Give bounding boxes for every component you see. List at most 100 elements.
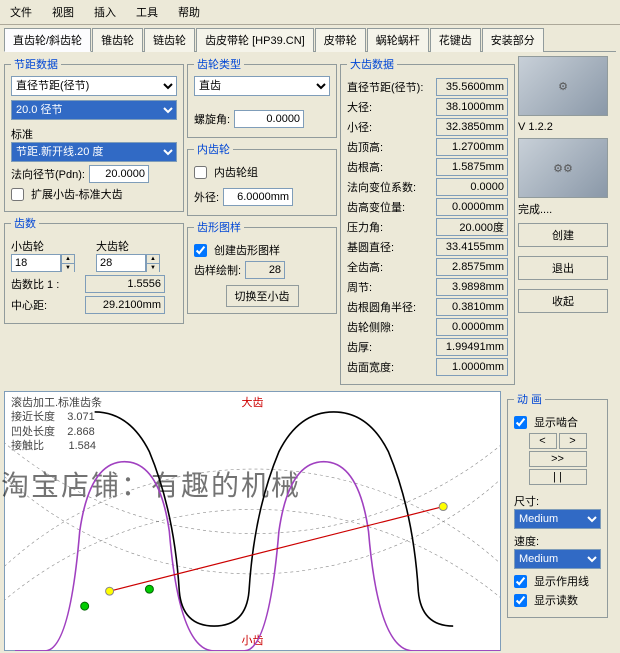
- big-label: 小径:: [347, 119, 372, 135]
- big-label: 齿轮侧隙:: [347, 319, 394, 335]
- gear-label: 大齿轮: [96, 238, 177, 254]
- tab-spur[interactable]: 直齿轮/斜齿轮: [4, 28, 91, 52]
- ratio-field: [85, 275, 165, 293]
- big-row: 直径节距(径节):: [347, 78, 508, 96]
- big-label: 基圆直径:: [347, 239, 394, 255]
- menu-insert[interactable]: 插入: [84, 2, 126, 22]
- big-label: 大径:: [347, 99, 372, 115]
- big-value-field: [436, 178, 508, 196]
- next-button[interactable]: >: [559, 433, 587, 449]
- tab-spline[interactable]: 花键齿: [430, 28, 481, 52]
- big-value-field: [436, 338, 508, 356]
- tab-sprocket[interactable]: 链齿轮: [144, 28, 195, 52]
- engage-label: 显示啮合: [534, 414, 578, 430]
- tab-worm[interactable]: 蜗轮蜗杆: [367, 28, 429, 52]
- big-value-field: [436, 258, 508, 276]
- big-row: 压力角:: [347, 218, 508, 236]
- big-label: 齿顶高:: [347, 139, 383, 155]
- ratio-label: 齿数比 1 :: [11, 276, 81, 292]
- internal-checkbox[interactable]: [194, 166, 207, 179]
- engage-checkbox[interactable]: [514, 416, 527, 429]
- gear-spin[interactable]: ▲▼: [146, 254, 160, 272]
- action-line-checkbox[interactable]: [514, 575, 527, 588]
- standard-label: 标准: [11, 126, 177, 142]
- pitch-type-select[interactable]: 直径节距(径节): [11, 76, 177, 96]
- pause-button[interactable]: | |: [529, 469, 587, 485]
- reading-checkbox[interactable]: [514, 594, 527, 607]
- big-value-field: [436, 218, 508, 236]
- tab-pulley[interactable]: 皮带轮: [315, 28, 366, 52]
- big-value-field: [436, 138, 508, 156]
- extend-label: 扩展小齿-标准大齿: [31, 186, 123, 202]
- helix-field[interactable]: [234, 110, 304, 128]
- big-row: 齿面宽度:: [347, 358, 508, 376]
- big-label: 齿厚:: [347, 339, 372, 355]
- od-field[interactable]: [223, 188, 293, 206]
- type-group: 齿轮类型 直齿 螺旋角:: [187, 56, 337, 138]
- big-row: 齿高变位量:: [347, 198, 508, 216]
- pinion-teeth-field[interactable]: [11, 254, 61, 272]
- internal-group: 内齿轮 内齿轮组 外径:: [187, 141, 337, 216]
- big-row: 法向变位系数:: [347, 178, 508, 196]
- tab-bevel[interactable]: 锥齿轮: [92, 28, 143, 52]
- big-value-field: [436, 278, 508, 296]
- draw-label: 齿样绘制:: [194, 262, 241, 278]
- od-label: 外径:: [194, 189, 219, 205]
- speed-label: 速度:: [514, 533, 601, 549]
- ff-button[interactable]: >>: [529, 451, 587, 467]
- big-label: 全齿高:: [347, 259, 383, 275]
- pinion-spin[interactable]: ▲▼: [61, 254, 75, 272]
- anim-legend: 动 画: [514, 391, 545, 407]
- pdn-label: 法向径节(Pdn):: [11, 166, 85, 182]
- big-row: 齿根高:: [347, 158, 508, 176]
- tab-timing[interactable]: 齿皮带轮 [HP39.CN]: [196, 28, 314, 52]
- menu-view[interactable]: 视图: [42, 2, 84, 22]
- menu-help[interactable]: 帮助: [168, 2, 210, 22]
- plot-svg: [5, 392, 500, 651]
- big-value-field: [436, 158, 508, 176]
- tab-install[interactable]: 安装部分: [482, 28, 544, 52]
- big-row: 大径:: [347, 98, 508, 116]
- exit-button[interactable]: 退出: [518, 256, 608, 280]
- preview-image-1: ⚙: [518, 56, 608, 116]
- speed-select[interactable]: Medium: [514, 549, 601, 569]
- big-row: 基圆直径:: [347, 238, 508, 256]
- create-button[interactable]: 创建: [518, 223, 608, 247]
- internal-legend: 内齿轮: [194, 141, 233, 157]
- size-label: 尺寸:: [514, 493, 601, 509]
- internal-label: 内齿轮组: [214, 164, 258, 180]
- big-label: 周节:: [347, 279, 372, 295]
- pitch-value-select[interactable]: 20.0 径节: [11, 100, 177, 120]
- teeth-legend: 齿数: [11, 215, 39, 231]
- reading-label: 显示读数: [534, 592, 578, 608]
- big-row: 齿轮侧隙:: [347, 318, 508, 336]
- size-select[interactable]: Medium: [514, 509, 601, 529]
- extend-checkbox[interactable]: [11, 188, 24, 201]
- big-value-field: [436, 78, 508, 96]
- collapse-button[interactable]: 收起: [518, 289, 608, 313]
- pattern-legend: 齿形图样: [194, 219, 244, 235]
- big-label: 压力角:: [347, 219, 383, 235]
- pitch-legend: 节距数据: [11, 56, 61, 72]
- menu-tools[interactable]: 工具: [126, 2, 168, 22]
- big-row: 齿根圆角半径:: [347, 298, 508, 316]
- prev-button[interactable]: <: [529, 433, 557, 449]
- gear-type-select[interactable]: 直齿: [194, 76, 330, 96]
- standard-select[interactable]: 节距.新开线.20 度: [11, 142, 177, 162]
- big-value-field: [436, 118, 508, 136]
- pdn-field[interactable]: [89, 165, 149, 183]
- pattern-group: 齿形图样 创建齿形图样 齿样绘制: 切换至小齿: [187, 219, 337, 314]
- big-row: 齿厚:: [347, 338, 508, 356]
- create-pattern-checkbox[interactable]: [194, 244, 207, 257]
- big-value-field: [436, 318, 508, 336]
- switch-button[interactable]: 切换至小齿: [226, 285, 299, 307]
- big-label: 法向变位系数:: [347, 179, 416, 195]
- big-value-field: [436, 298, 508, 316]
- gear-teeth-field[interactable]: [96, 254, 146, 272]
- big-row: 齿顶高:: [347, 138, 508, 156]
- menu-bar: 文件 视图 插入 工具 帮助: [0, 0, 620, 25]
- menu-file[interactable]: 文件: [0, 2, 42, 22]
- pitch-group: 节距数据 直径节距(径节) 20.0 径节 标准 节距.新开线.20 度 法向径…: [4, 56, 184, 212]
- preview-image-2: ⚙⚙: [518, 138, 608, 198]
- big-row: 小径:: [347, 118, 508, 136]
